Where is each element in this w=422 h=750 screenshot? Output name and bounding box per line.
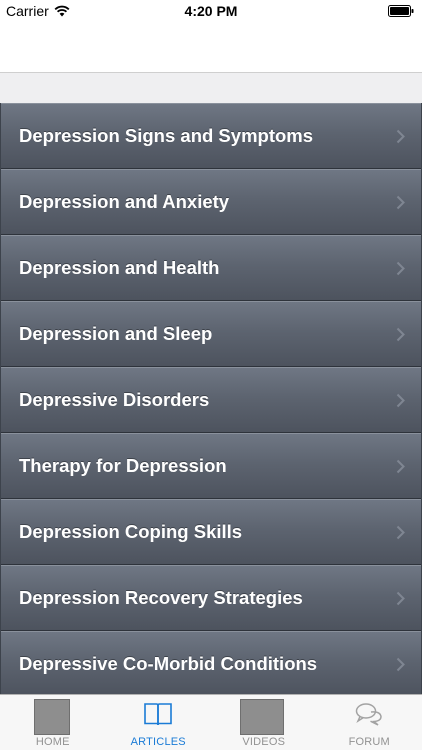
chevron-right-icon [396,195,405,210]
list-header-band [0,73,422,103]
chevron-right-icon [396,393,405,408]
tab-videos[interactable]: VIDEOS [211,695,317,750]
list-item[interactable]: Depression and Health [1,235,421,301]
list-item-label: Therapy for Depression [19,455,227,476]
list-item[interactable]: Depression Signs and Symptoms [1,103,421,169]
app-screen: Carrier 4:20 PM Depression Signs and Sym… [0,0,422,750]
list-item-label: Depressive Co-Morbid Conditions [19,653,318,674]
chevron-right-icon [396,129,405,144]
tab-label: VIDEOS [242,736,286,748]
list-item[interactable]: Depressive Disorders [1,367,421,433]
battery-icon [388,5,414,17]
chevron-right-icon [396,459,405,474]
article-list[interactable]: Depression Signs and Symptoms Depression… [0,103,422,694]
list-item[interactable]: Depression and Sleep [1,301,421,367]
list-item[interactable]: Depression and Anxiety [1,169,421,235]
list-item[interactable]: Depression Coping Skills [1,499,421,565]
tab-home[interactable]: HOME [0,695,106,750]
status-bar: Carrier 4:20 PM [0,0,422,22]
book-icon [144,703,173,726]
tab-bar: HOME ARTICLES VIDEOS FORUM [0,694,422,750]
status-time: 4:20 PM [184,3,238,19]
tab-label: HOME [35,736,70,748]
tab-label: FORUM [348,736,390,748]
home-thumbnail [34,699,70,735]
list-item-label: Depressive Disorders [19,389,210,410]
videos-thumbnail [240,699,284,735]
list-item-label: Depression Signs and Symptoms [19,125,314,146]
chevron-right-icon [396,327,405,342]
list-item[interactable]: Depressive Co-Morbid Conditions [1,631,421,694]
list-item-label: Depression Coping Skills [19,521,243,542]
list-item-label: Depression and Anxiety [19,191,230,212]
chevron-right-icon [396,657,405,672]
navigation-header [0,22,422,72]
list-item[interactable]: Depression Recovery Strategies [1,565,421,631]
list-item[interactable]: Therapy for Depression [1,433,421,499]
tab-forum[interactable]: FORUM [317,695,422,750]
chevron-right-icon [396,591,405,606]
list-item-label: Depression and Health [19,257,220,278]
chevron-right-icon [396,261,405,276]
chat-bubbles-icon [356,703,383,726]
tab-articles[interactable]: ARTICLES [106,695,212,750]
tab-label: ARTICLES [130,736,186,748]
list-item-label: Depression Recovery Strategies [19,587,303,608]
list-item-label: Depression and Sleep [19,323,213,344]
chevron-right-icon [396,525,405,540]
